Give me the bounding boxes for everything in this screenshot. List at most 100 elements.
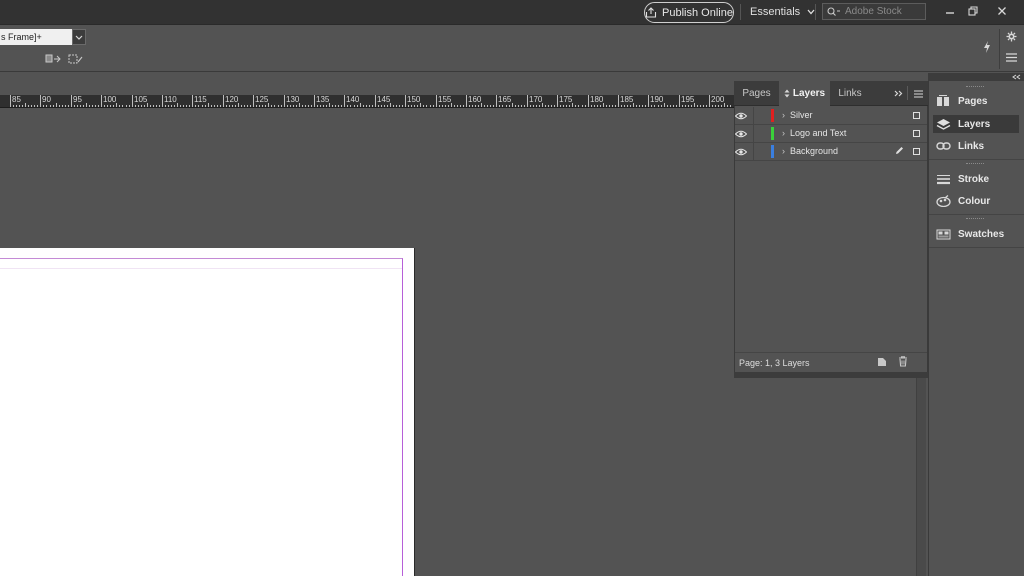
close-button[interactable] [991,2,1013,20]
ruler-tick-label: 130 [286,95,300,104]
panel-resize-grip[interactable] [734,372,928,378]
new-layer-icon[interactable] [877,357,887,367]
dock-item-colour[interactable]: Colour [933,192,1019,210]
tab-layers-label: Layers [792,88,826,99]
panel-menu-icon[interactable] [912,81,924,106]
publish-online-button[interactable]: Publish Online [644,2,734,23]
expand-dock-icon[interactable] [1012,74,1021,80]
close-icon [997,6,1007,16]
panel-menu-icon[interactable] [1006,53,1017,62]
workspace-switcher[interactable]: Essentials [750,4,815,20]
expand-arrow-icon[interactable]: › [782,110,785,120]
dock-item-label: Colour [958,195,991,207]
dock-group-grip[interactable] [966,86,984,88]
swatches-icon [936,229,951,240]
appbar-divider [815,4,816,20]
dock-item-layers[interactable]: Layers [933,115,1019,133]
layer-row[interactable]: › Background [735,143,927,161]
chevron-down-icon [75,35,83,40]
dock-group-grip[interactable] [966,163,984,165]
layer-count-status: Page: 1, 3 Layers [739,357,810,368]
tab-layers[interactable]: Layers [779,81,830,106]
dock-header[interactable] [928,73,1024,81]
expand-arrow-icon[interactable]: › [782,146,785,156]
dock-group-divider [929,247,1024,248]
ruler-tick-label: 105 [134,95,148,104]
ruler-tick-label: 120 [225,95,239,104]
layer-target-square[interactable] [913,112,920,119]
ruler-tick-label: 195 [681,95,695,104]
tab-links[interactable]: Links [830,81,870,106]
visibility-eye-icon[interactable] [735,112,753,120]
vertical-scrollbar[interactable] [916,375,926,576]
row-divider [753,107,754,125]
row-divider [753,143,754,161]
dock-item-label: Pages [958,95,988,107]
ruler-tick-label: 110 [164,95,177,104]
clear-overrides-icon[interactable] [45,53,61,65]
ruler-tick-label: 190 [650,95,664,104]
ruler-tick-label: 180 [590,95,604,104]
stock-search-placeholder: Adobe Stock [845,6,902,17]
dock-item-label: Swatches [958,228,1005,240]
chevron-down-icon [807,9,815,15]
restore-button[interactable] [962,2,984,20]
dock-group-grip[interactable] [966,218,984,220]
colour-icon [936,195,951,207]
layers-icon [936,118,951,131]
dock-group-divider [929,214,1024,215]
frame-fitting-icon[interactable] [68,53,84,65]
dock-item-links[interactable]: Links [933,137,1019,155]
ruler-tick-label: 100 [103,95,117,104]
pages-icon [936,95,951,107]
collapse-panel-icon[interactable] [892,81,904,106]
quick-apply-icon[interactable] [982,40,992,54]
ruler-tick-label: 160 [468,95,482,104]
dock-item-stroke[interactable]: Stroke [933,170,1019,188]
tab-links-label: Links [838,88,862,99]
layer-row[interactable]: › Logo and Text [735,125,927,143]
tab-reorder-icon [784,89,790,98]
row-divider [753,125,754,143]
object-style-dropdown[interactable] [72,29,86,45]
control-bar-divider [999,29,1000,69]
layer-color-swatch [771,127,774,140]
adobe-stock-search[interactable]: Adobe Stock [822,3,926,20]
layer-row[interactable]: › Silver [735,107,927,125]
stroke-icon [936,174,951,185]
workspace-label: Essentials [750,6,801,18]
margin-guide [0,258,403,576]
visibility-eye-icon[interactable] [735,148,753,156]
minimize-icon [945,6,955,16]
dock-item-label: Links [958,140,985,152]
tab-pages[interactable]: Pages [734,81,779,106]
layer-target-square[interactable] [913,130,920,137]
horizontal-ruler[interactable]: 85 90 95 100 105 110 115 120 125 130 135 140 145 150 1… [0,95,735,108]
publish-online-label: Publish Online [662,6,733,19]
restore-icon [968,6,978,16]
ruler-tick-label: 140 [346,95,360,104]
ruler-tick-label: 155 [438,95,452,104]
links-icon [936,141,951,151]
layer-name: Silver [790,110,813,120]
search-icon [827,6,841,17]
minimize-button[interactable] [939,2,961,20]
ruler-tick-label: 175 [559,95,573,104]
gear-icon[interactable] [1006,31,1017,42]
layer-name: Background [790,146,839,156]
appbar-divider [740,4,741,20]
dock-item-label: Stroke [958,173,990,185]
expand-arrow-icon[interactable]: › [782,128,785,138]
share-icon [645,7,657,18]
dock-item-label: Layers [958,118,991,130]
ruler-tick-label: 95 [73,95,82,104]
visibility-eye-icon[interactable] [735,130,753,138]
dock-item-swatches[interactable]: Swatches [933,225,1019,243]
ruler-tick-label: 170 [529,95,543,104]
dock-item-pages[interactable]: Pages [933,92,1019,110]
tab-divider [907,86,908,100]
layer-target-square[interactable] [913,148,920,155]
bleed-guide [0,268,402,269]
object-style-field[interactable]: s Frame]+ [0,29,72,45]
trash-icon[interactable] [898,356,908,367]
